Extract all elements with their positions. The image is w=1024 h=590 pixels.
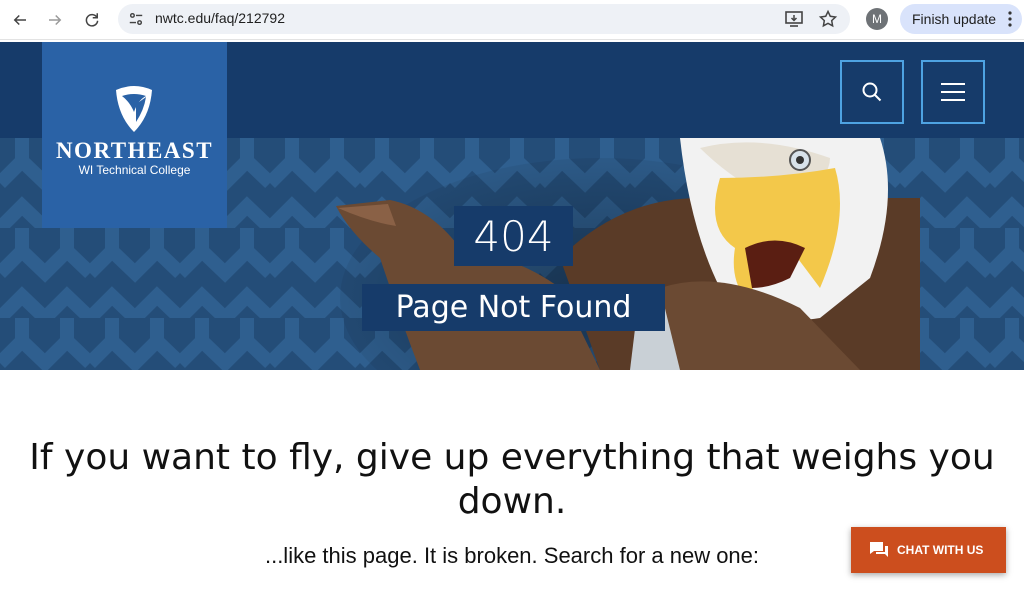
chat-label: CHAT WITH US [897,543,984,557]
back-button[interactable] [8,8,32,32]
search-button[interactable] [840,60,904,124]
logo-name: NORTHEAST [55,138,214,163]
error-title: Page Not Found [362,284,665,331]
back-icon [13,14,26,26]
quote-line-2: down. [457,481,567,522]
error-code: 404 [454,206,573,266]
forward-button[interactable] [43,8,67,32]
quote-text: If you want to fly, give up everything t… [0,436,1024,524]
url-text[interactable]: nwtc.edu/faq/212792 [155,10,285,26]
finish-update-button[interactable]: Finish update [900,4,1022,34]
finish-update-label: Finish update [912,11,997,27]
hamburger-icon [941,83,965,101]
chat-icon [870,542,888,557]
search-icon [862,82,882,102]
more-icon[interactable] [1008,11,1012,27]
forward-icon [49,14,62,26]
star-icon[interactable] [818,9,838,29]
quote-line-1: If you want to fly, give up everything t… [29,437,995,478]
logo-subtitle: WI Technical College [78,163,191,177]
chat-button[interactable]: CHAT WITH US [851,527,1006,573]
shield-logo-icon [116,86,152,132]
browser-toolbar: nwtc.edu/faq/212792 M Finish update [0,0,1024,40]
address-bar[interactable]: nwtc.edu/faq/212792 [118,4,850,34]
college-logo[interactable]: NORTHEAST WI Technical College [42,42,227,228]
install-icon[interactable] [784,9,804,29]
reload-button[interactable] [80,8,104,32]
profile-avatar[interactable]: M [866,8,888,30]
menu-button[interactable] [921,60,985,124]
reload-icon [85,13,99,27]
site-info-icon[interactable] [127,10,145,28]
